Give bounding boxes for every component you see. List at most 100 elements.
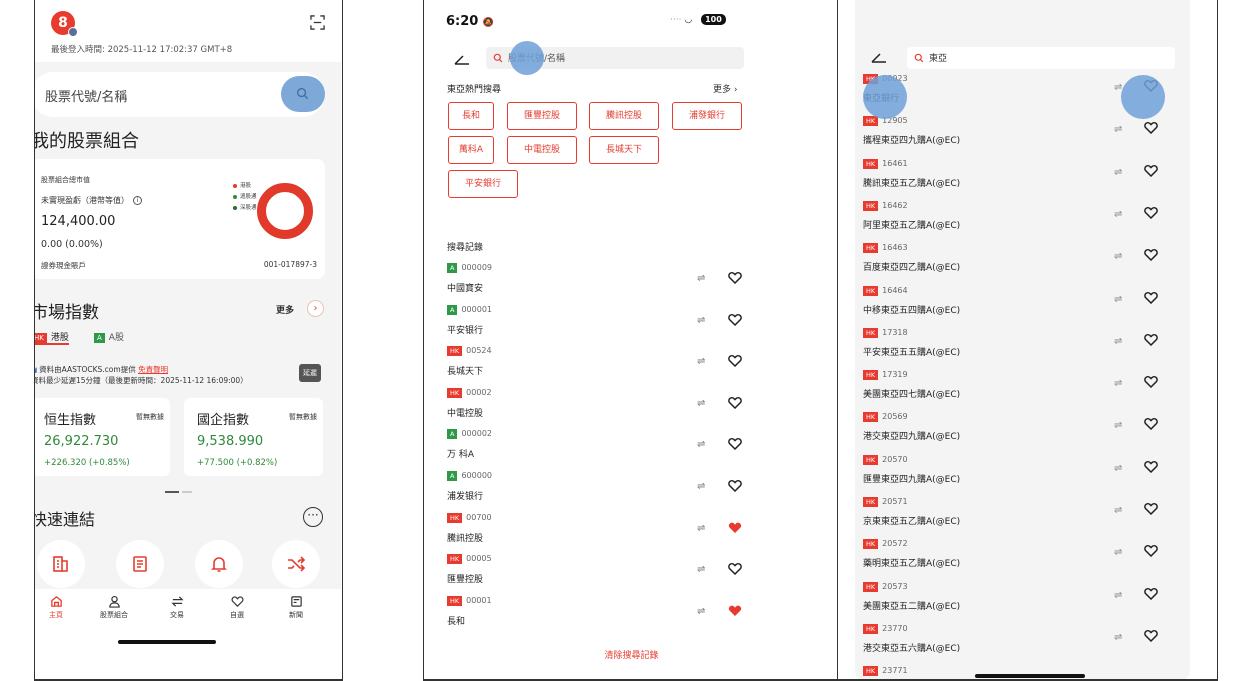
chevron-right-icon[interactable]: › — [307, 300, 324, 317]
swap-icon[interactable]: ⇌ — [1114, 378, 1122, 389]
result-row[interactable]: HK 16462 阿里東亞五乙購A(@EC) ⇌ — [863, 200, 1183, 243]
disclaimer-link[interactable]: 免責聲明 — [138, 365, 168, 374]
quick-link-report[interactable] — [37, 540, 85, 588]
swap-icon[interactable]: ⇌ — [697, 481, 705, 492]
heart-icon[interactable] — [728, 271, 742, 284]
history-row[interactable]: HK 00002 中電控股 ⇌ — [447, 387, 747, 429]
heart-icon[interactable] — [1144, 248, 1158, 262]
swap-icon[interactable]: ⇌ — [1114, 167, 1122, 178]
heart-icon[interactable] — [728, 562, 742, 576]
heart-icon[interactable] — [728, 354, 742, 368]
heart-icon[interactable] — [1144, 375, 1158, 389]
swap-icon[interactable]: ⇌ — [697, 439, 705, 450]
nav-trade[interactable]: 交易 — [157, 595, 197, 620]
heart-icon[interactable] — [728, 521, 742, 534]
heart-icon[interactable] — [1144, 121, 1158, 135]
result-row[interactable]: HK 20573 美團東亞五二購A(@EC) ⇌ — [863, 581, 1183, 624]
swap-icon[interactable]: ⇌ — [1114, 632, 1122, 643]
hot-chip[interactable]: 萬科A — [448, 136, 494, 164]
swap-icon[interactable]: ⇌ — [1114, 547, 1122, 558]
swap-icon[interactable]: ⇌ — [1114, 294, 1122, 305]
swap-icon[interactable]: ⇌ — [1114, 420, 1122, 431]
heart-icon[interactable] — [1144, 587, 1158, 600]
back-arrow-icon[interactable] — [454, 54, 470, 66]
nav-home[interactable]: 主頁 — [36, 595, 76, 620]
result-row[interactable]: HK 20572 藥明東亞五乙購A(@EC) ⇌ — [863, 539, 1183, 581]
heart-icon[interactable] — [1144, 544, 1158, 558]
nav-watchlist[interactable]: 自選 — [217, 595, 257, 620]
swap-icon[interactable]: ⇌ — [1114, 463, 1122, 474]
history-row[interactable]: HK 00700 騰訊控股 ⇌ — [447, 512, 747, 554]
heart-icon[interactable] — [728, 604, 742, 617]
swap-icon[interactable]: ⇌ — [697, 315, 705, 326]
swap-icon[interactable]: ⇌ — [697, 564, 705, 575]
clear-history-button[interactable]: 清除搜尋記錄 — [424, 648, 837, 661]
heart-icon[interactable] — [728, 479, 742, 492]
quick-link-alert[interactable] — [195, 540, 243, 588]
index-card-hsi[interactable]: 恒生指數 暫無數據 26,922.730 +226.320 (+0.85%) — [35, 398, 170, 476]
hot-chip[interactable]: 長和 — [448, 102, 494, 130]
heart-icon[interactable] — [1144, 629, 1158, 642]
result-row[interactable]: HK 17318 平安東亞五五購A(@EC) ⇌ — [863, 327, 1183, 370]
swap-icon[interactable]: ⇌ — [1114, 124, 1122, 135]
heart-icon[interactable] — [728, 313, 742, 326]
swap-icon[interactable]: ⇌ — [697, 398, 705, 409]
result-row[interactable]: HK 23770 港交東亞五六購A(@EC) ⇌ — [863, 623, 1183, 666]
tab-a-shares[interactable]: A A股 — [94, 330, 124, 343]
history-row[interactable]: HK 00001 長和 ⇌ — [447, 595, 747, 637]
heart-icon[interactable] — [1144, 460, 1158, 473]
result-row[interactable]: HK 20569 港交東亞四九購A(@EC) ⇌ — [863, 412, 1183, 454]
nav-news[interactable]: 新聞 — [276, 595, 316, 620]
heart-icon[interactable] — [728, 437, 742, 451]
stock-search-bar[interactable]: 股票代號/名稱 — [35, 72, 325, 117]
swap-icon[interactable]: ⇌ — [1114, 209, 1122, 220]
search-button[interactable] — [281, 76, 325, 112]
delay-button[interactable]: 延遲 — [299, 364, 321, 382]
swap-icon[interactable]: ⇌ — [697, 606, 705, 617]
history-row[interactable]: HK 00524 長城天下 ⇌ — [447, 346, 747, 387]
hot-chip[interactable]: 中電控股 — [507, 136, 577, 164]
back-arrow-icon[interactable] — [871, 52, 887, 64]
history-row[interactable]: A 000001 平安银行 ⇌ — [447, 304, 747, 346]
history-row[interactable]: A 000002 万 科A ⇌ — [447, 429, 747, 470]
hot-chip[interactable]: 浦發銀行 — [672, 102, 742, 130]
swap-icon[interactable]: ⇌ — [1114, 505, 1122, 516]
swap-icon[interactable]: ⇌ — [697, 356, 705, 367]
hot-chip[interactable]: 平安銀行 — [448, 170, 518, 198]
heart-icon[interactable] — [728, 396, 742, 409]
result-row[interactable]: HK 20570 匯豐東亞四九購A(@EC) ⇌ — [863, 454, 1183, 497]
heart-icon[interactable] — [1144, 333, 1158, 346]
hot-chip[interactable]: 騰訊控股 — [589, 102, 659, 130]
nav-portfolio[interactable]: 股票組合 — [94, 595, 134, 620]
history-row[interactable]: A 000009 中國寶安 ⇌ — [447, 263, 747, 304]
more-link[interactable]: 更多 — [276, 303, 294, 316]
index-card-hscei[interactable]: 國企指數 暫無數據 9,538.990 +77.500 (+0.82%) — [184, 398, 323, 476]
result-row[interactable]: HK 16464 中移東亞五四購A(@EC) ⇌ — [863, 285, 1183, 328]
hot-chip[interactable]: 匯豐控股 — [507, 102, 577, 130]
swap-icon[interactable]: ⇌ — [697, 273, 705, 284]
portfolio-card[interactable]: 股票組合總市值 未實現盈虧（港幣等值） i 124,400.00 0.00 (0.… — [35, 159, 325, 279]
heart-icon[interactable] — [1144, 417, 1158, 431]
quick-link-document[interactable] — [116, 540, 164, 588]
heart-icon[interactable] — [1144, 164, 1158, 177]
heart-icon[interactable] — [1144, 206, 1158, 219]
result-row[interactable]: HK 12905 攜程東亞四九購A(@EC) ⇌ — [863, 116, 1183, 158]
history-row[interactable]: HK 00005 匯豐控股 ⇌ — [447, 554, 747, 595]
swap-icon[interactable]: ⇌ — [697, 523, 705, 534]
heart-icon[interactable] — [1144, 502, 1158, 515]
history-row[interactable]: A 600000 浦发银行 ⇌ — [447, 471, 747, 512]
more-options-icon[interactable]: ··· — [303, 507, 323, 527]
swap-icon[interactable]: ⇌ — [1114, 336, 1122, 347]
swap-icon[interactable]: ⇌ — [1114, 590, 1122, 601]
result-row[interactable]: HK 16461 騰訊東亞五乙購A(@EC) ⇌ — [863, 158, 1183, 201]
heart-icon[interactable] — [1144, 291, 1158, 304]
hot-chip[interactable]: 長城天下 — [589, 136, 659, 164]
quick-link-transfer[interactable] — [272, 540, 320, 588]
hot-more-link[interactable]: 更多 › — [713, 82, 738, 95]
tab-hk-stocks[interactable]: HK 港股 — [35, 330, 69, 343]
search-input[interactable]: 東亞 — [907, 47, 1175, 69]
result-row[interactable]: HK 17319 美團東亞四七購A(@EC) ⇌ — [863, 370, 1183, 412]
result-row[interactable]: HK 20571 京東東亞五乙購A(@EC) ⇌ — [863, 497, 1183, 539]
info-icon[interactable]: i — [133, 196, 142, 205]
scan-icon[interactable] — [310, 15, 325, 30]
